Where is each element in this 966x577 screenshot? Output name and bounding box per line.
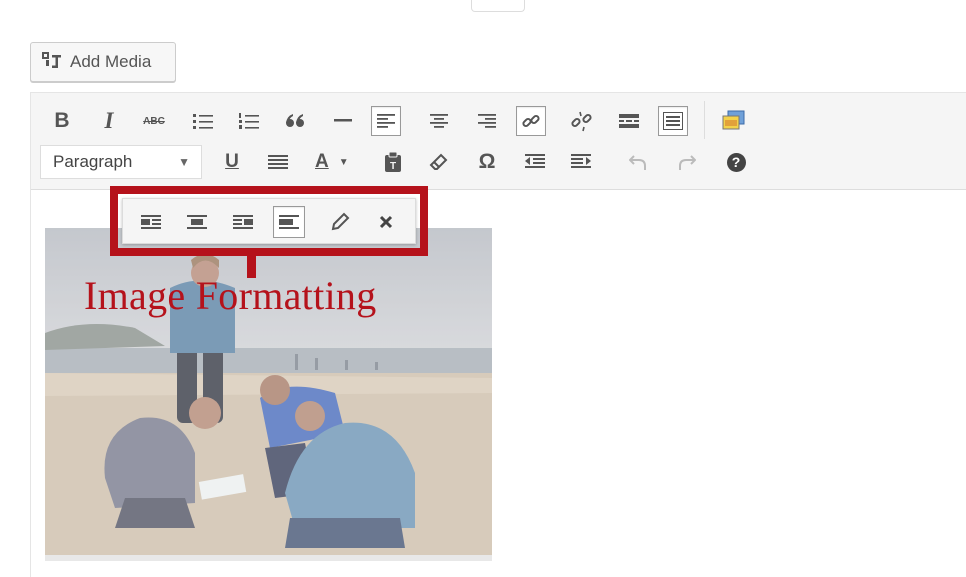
fullscreen-icon[interactable]	[719, 106, 749, 136]
top-tab	[471, 0, 525, 12]
help-icon[interactable]: ?	[721, 147, 751, 177]
align-center-icon	[187, 214, 207, 230]
insert-link-icon[interactable]	[516, 106, 546, 136]
help-glyph: ?	[731, 154, 741, 170]
align-right-icon[interactable]	[472, 106, 502, 136]
image-align-right-button[interactable]	[227, 206, 259, 238]
chevron-down-icon: ▼	[178, 155, 190, 169]
align-right-icon	[233, 214, 253, 230]
image-bottom-edge	[45, 555, 492, 561]
image-edit-button[interactable]	[324, 206, 356, 238]
bulleted-list-icon[interactable]	[188, 106, 218, 136]
special-character-glyph: Ω	[478, 150, 496, 173]
edit-icon	[330, 212, 350, 232]
read-more-icon[interactable]	[614, 106, 644, 136]
justify-icon[interactable]	[263, 147, 293, 177]
format-select-value: Paragraph	[53, 152, 133, 171]
remove-icon	[379, 215, 393, 229]
align-none-icon	[279, 214, 299, 230]
toolbar-separator	[704, 101, 705, 139]
clear-formatting-icon[interactable]	[424, 147, 454, 177]
bold-icon[interactable]: B	[47, 106, 77, 136]
underline-icon[interactable]: U	[217, 147, 247, 177]
remove-link-icon[interactable]	[567, 106, 597, 136]
bold-glyph: B	[54, 109, 70, 132]
italic-glyph: I	[104, 108, 114, 133]
editor-toolbar: B I ABC Paragraph ▼ U A ▼ T Ω ?	[31, 93, 966, 190]
horizontal-line-icon[interactable]	[328, 106, 358, 136]
align-center-icon[interactable]	[424, 106, 454, 136]
decrease-indent-icon[interactable]	[520, 147, 550, 177]
callout-label: Image Formatting	[84, 273, 377, 318]
image-align-none-button[interactable]	[273, 206, 305, 238]
text-color-icon[interactable]: A ▼	[312, 147, 354, 177]
undo-icon[interactable]	[624, 147, 654, 177]
align-left-icon	[141, 214, 161, 230]
image-inline-toolbar	[122, 198, 416, 244]
underline-glyph: U	[225, 151, 239, 172]
text-color-dropdown-icon: ▼	[338, 156, 349, 168]
add-media-icon	[41, 50, 63, 75]
strikethrough-glyph: ABC	[143, 115, 165, 127]
add-media-button[interactable]: Add Media	[30, 42, 176, 82]
toolbar-toggle-icon[interactable]	[658, 106, 688, 136]
increase-indent-icon[interactable]	[566, 147, 596, 177]
align-left-icon[interactable]	[371, 106, 401, 136]
special-character-icon[interactable]: Ω	[472, 147, 502, 177]
strikethrough-icon[interactable]: ABC	[139, 106, 169, 136]
image-align-center-button[interactable]	[181, 206, 213, 238]
format-select[interactable]: Paragraph ▼	[40, 145, 202, 179]
image-align-left-button[interactable]	[135, 206, 167, 238]
help-glyph-circle: ?	[726, 152, 746, 172]
blockquote-icon[interactable]	[281, 106, 311, 136]
text-color-glyph: A	[315, 151, 329, 172]
italic-icon[interactable]: I	[94, 106, 124, 136]
numbered-list-icon[interactable]	[234, 106, 264, 136]
add-media-label: Add Media	[70, 52, 152, 71]
svg-text:T: T	[390, 161, 396, 172]
redo-icon[interactable]	[671, 147, 701, 177]
paste-as-text-icon[interactable]: T	[378, 147, 408, 177]
image-remove-button[interactable]	[370, 206, 402, 238]
